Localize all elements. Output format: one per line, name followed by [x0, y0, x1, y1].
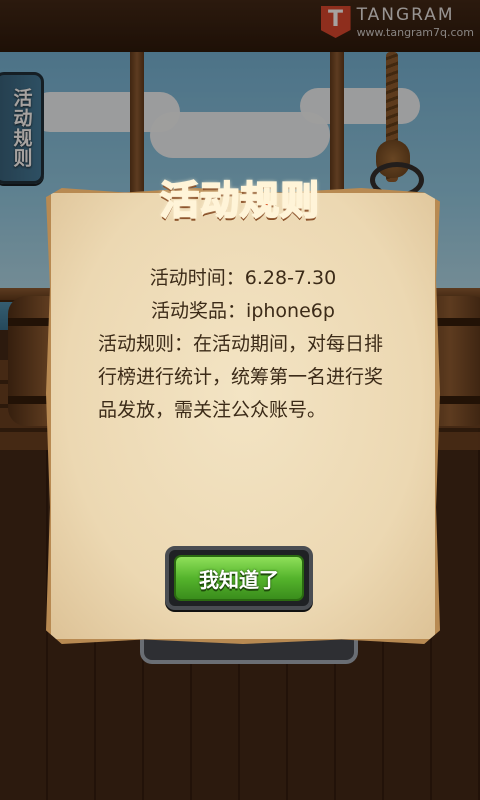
activity-prize: 活动奖品：iphone6p	[151, 300, 335, 322]
dialog-title: 活动规则	[159, 178, 320, 225]
rules-content: 活动时间：6.28-7.30 活动奖品：iphone6p 活动规则：在活动期间，…	[98, 262, 388, 427]
confirm-button[interactable]: 我知道了	[165, 546, 313, 610]
activity-time: 活动时间：6.28-7.30	[149, 267, 337, 289]
game-screen: T TANGRAM www.tangram7q.com 活动规则 活动规则 活动…	[0, 0, 480, 800]
confirm-button-label: 我知道了	[174, 555, 304, 601]
activity-rules-text: 活动规则：在活动期间，对每日排行榜进行统计，统筹第一名进行奖品发放，需关注公众账…	[98, 333, 384, 421]
